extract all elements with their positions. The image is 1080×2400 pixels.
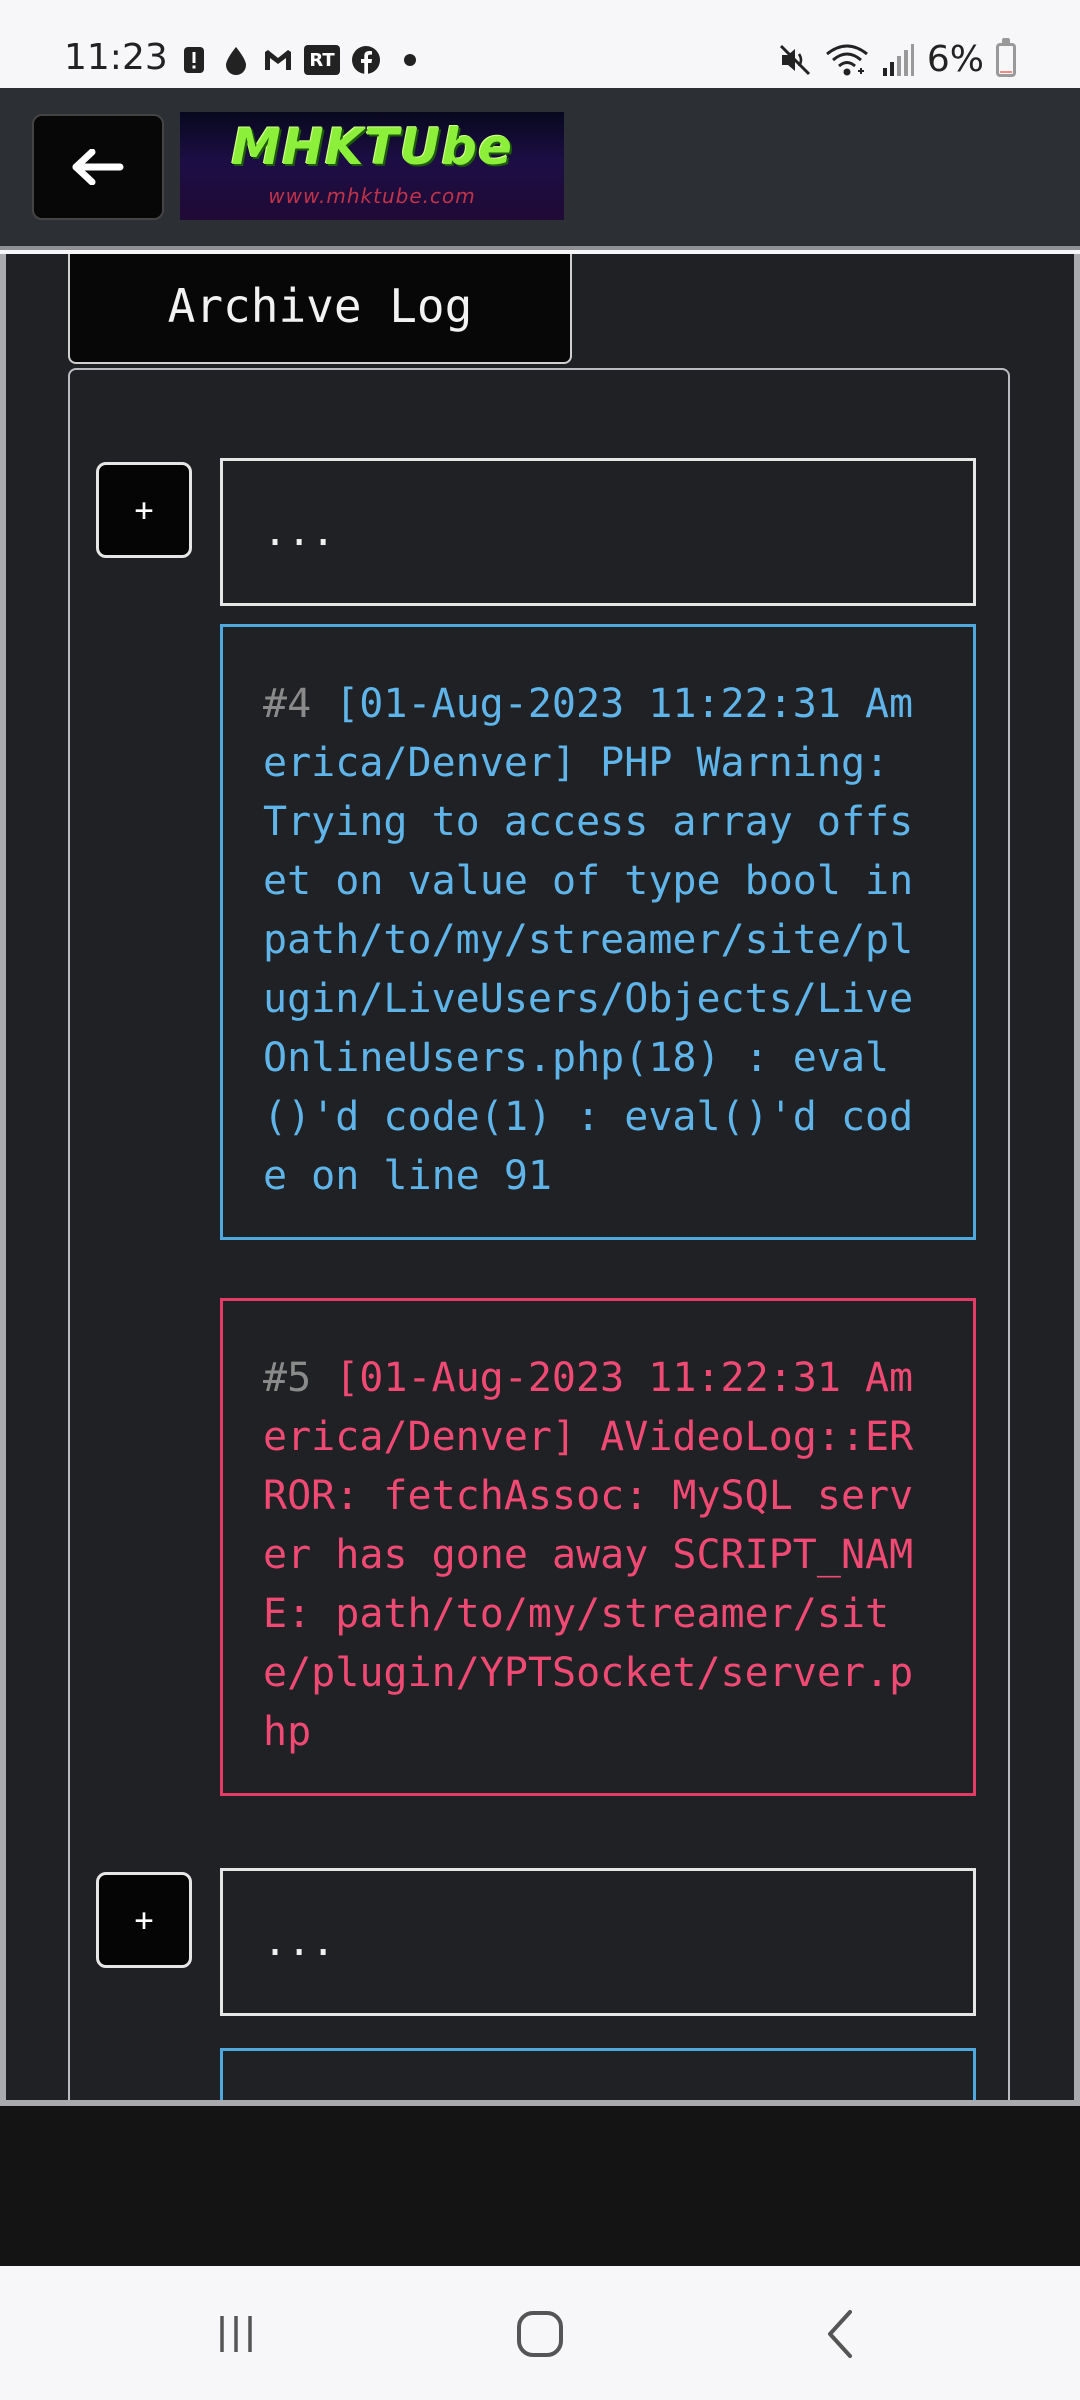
- collapsed-log-entry[interactable]: ...: [220, 458, 976, 606]
- notification-icons: RT: [178, 42, 416, 78]
- dot-icon: [404, 54, 416, 66]
- collapsed-log-entry[interactable]: ...: [220, 1868, 976, 2016]
- logo-subtitle: www.mhktube.com: [268, 184, 476, 208]
- battery-icon: [996, 38, 1016, 77]
- expand-button[interactable]: +: [96, 462, 192, 558]
- log-entry-text: [01-Aug-2023 11:22:31 America/Denver] PH…: [263, 681, 914, 1199]
- system-icons: 6%: [777, 38, 1016, 82]
- back-nav-button[interactable]: [802, 2296, 882, 2372]
- home-icon: [517, 2311, 563, 2357]
- archive-log-content[interactable]: Archive Log + ... #4 [01-Aug-2023 11:22:3…: [0, 254, 1080, 2106]
- wifi-icon: [825, 44, 868, 76]
- expand-button[interactable]: +: [96, 1872, 192, 1968]
- site-logo[interactable]: MHKTUbe www.mhktube.com: [180, 112, 564, 220]
- rt-icon: RT: [304, 45, 340, 75]
- battery-percent: 6%: [926, 39, 984, 80]
- log-entry-number: #5: [263, 1355, 312, 1401]
- status-time: 11:23: [64, 37, 168, 78]
- recent-apps-button[interactable]: [196, 2296, 276, 2372]
- arrow-left-icon: [72, 149, 124, 185]
- recent-apps-icon: [220, 2316, 252, 2352]
- status-bar: 11:23 RT 6%: [0, 0, 1080, 88]
- app-header: MHKTUbe www.mhktube.com: [0, 88, 1080, 250]
- gmail-icon: [265, 50, 291, 70]
- log-entry-error: #5 [01-Aug-2023 11:22:31 America/Denver] …: [220, 1298, 976, 1796]
- page-bottom: [0, 2106, 1080, 2266]
- log-entry-text: [01-Aug-2023 11:22:31 America/Denver] AV…: [263, 1355, 914, 1755]
- log-entry-warning: #4 [01-Aug-2023 11:22:31 America/Denver] …: [220, 624, 976, 1240]
- back-button[interactable]: [32, 114, 164, 220]
- signal-icon: [882, 44, 914, 76]
- alert-icon: [184, 47, 204, 73]
- facebook-icon: [352, 46, 380, 74]
- log-entry-number: #4: [263, 681, 312, 727]
- home-button[interactable]: [500, 2296, 580, 2372]
- navigation-bar: [0, 2266, 1080, 2400]
- tab-archive-log[interactable]: Archive Log: [68, 254, 572, 364]
- drop-icon: [226, 47, 246, 75]
- log-panel: + ... #4 [01-Aug-2023 11:22:31 America/De…: [68, 368, 1010, 2100]
- logo-title: MHKTUbe: [231, 118, 513, 176]
- chevron-left-icon: [828, 2310, 852, 2358]
- mute-icon: [779, 44, 810, 76]
- log-entry-warning-partial: [220, 2048, 976, 2100]
